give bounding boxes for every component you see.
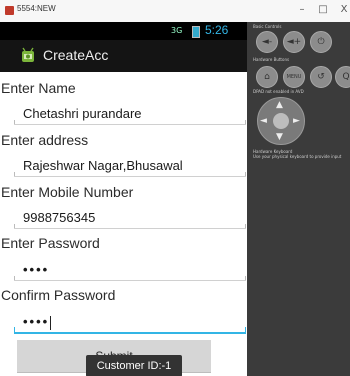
mobile-field[interactable]: 9988756345 (14, 206, 246, 229)
name-value: Chetashri purandare (23, 106, 142, 121)
toast-message: Customer ID:-1 (86, 355, 182, 376)
app-window-icon (5, 6, 14, 15)
volume-down-button[interactable]: ◄- (256, 31, 278, 53)
name-label: Enter Name (1, 80, 76, 96)
basic-controls-label: Basic Controls (253, 24, 282, 29)
confirm-password-value: •••• (23, 314, 50, 329)
volume-up-button[interactable]: ◄+ (283, 31, 305, 53)
window-title: 5554:NEW (17, 4, 56, 13)
minimize-button[interactable]: – (292, 2, 312, 18)
address-field[interactable]: Rajeshwar Nagar,Bhusawal (14, 154, 246, 177)
address-value: Rajeshwar Nagar,Bhusawal (23, 158, 183, 173)
battery-icon (192, 26, 200, 38)
close-button[interactable]: X (334, 2, 350, 18)
dpad-status-label: DPAD not enabled in AVD (253, 89, 304, 94)
dpad-center-button[interactable] (273, 113, 289, 129)
maximize-button[interactable]: □ (313, 2, 333, 18)
emulator-title-bar: 5554:NEW – □ X (0, 0, 350, 23)
name-field[interactable]: Chetashri purandare (14, 102, 246, 125)
home-button[interactable]: ⌂ (256, 66, 278, 88)
hardware-keyboard-hint: Use your physical keyboard to provide in… (253, 154, 342, 159)
text-cursor (50, 315, 52, 330)
emulator-controls-panel: Basic Controls ◄- ◄+ ⏻ Hardware Buttons … (247, 22, 350, 376)
password-field[interactable]: •••• (14, 258, 246, 281)
status-time: 5:26 (205, 23, 229, 37)
confirm-password-label: Confirm Password (1, 287, 116, 303)
dpad-control[interactable]: ▲ ▼ ◄ ► (257, 97, 305, 145)
search-button[interactable]: Q (335, 66, 350, 88)
device-screen: 3G 5:26 CreateAcc Enter Name Chetashri p… (0, 22, 247, 376)
dpad-left-arrow-icon: ◄ (260, 116, 267, 126)
mobile-label: Enter Mobile Number (1, 184, 134, 200)
password-value: •••• (23, 262, 50, 277)
dpad-down-arrow-icon: ▼ (276, 132, 283, 142)
back-button[interactable]: ↺ (310, 66, 332, 88)
menu-button[interactable]: MENU (283, 66, 305, 88)
address-label: Enter address (1, 132, 89, 148)
confirm-password-field[interactable]: •••• (14, 310, 246, 334)
dpad-right-arrow-icon: ► (293, 116, 300, 126)
action-bar: CreateAcc (0, 40, 247, 72)
app-title: CreateAcc (43, 47, 109, 63)
mobile-value: 9988756345 (23, 210, 96, 225)
password-label: Enter Password (1, 235, 100, 251)
power-button[interactable]: ⏻ (310, 31, 332, 53)
status-bar: 3G 5:26 (0, 22, 247, 40)
hardware-buttons-label: Hardware Buttons (253, 57, 290, 62)
dpad-up-arrow-icon: ▲ (276, 100, 283, 110)
signal-icon: 3G (171, 26, 183, 35)
android-app-icon (22, 47, 34, 62)
